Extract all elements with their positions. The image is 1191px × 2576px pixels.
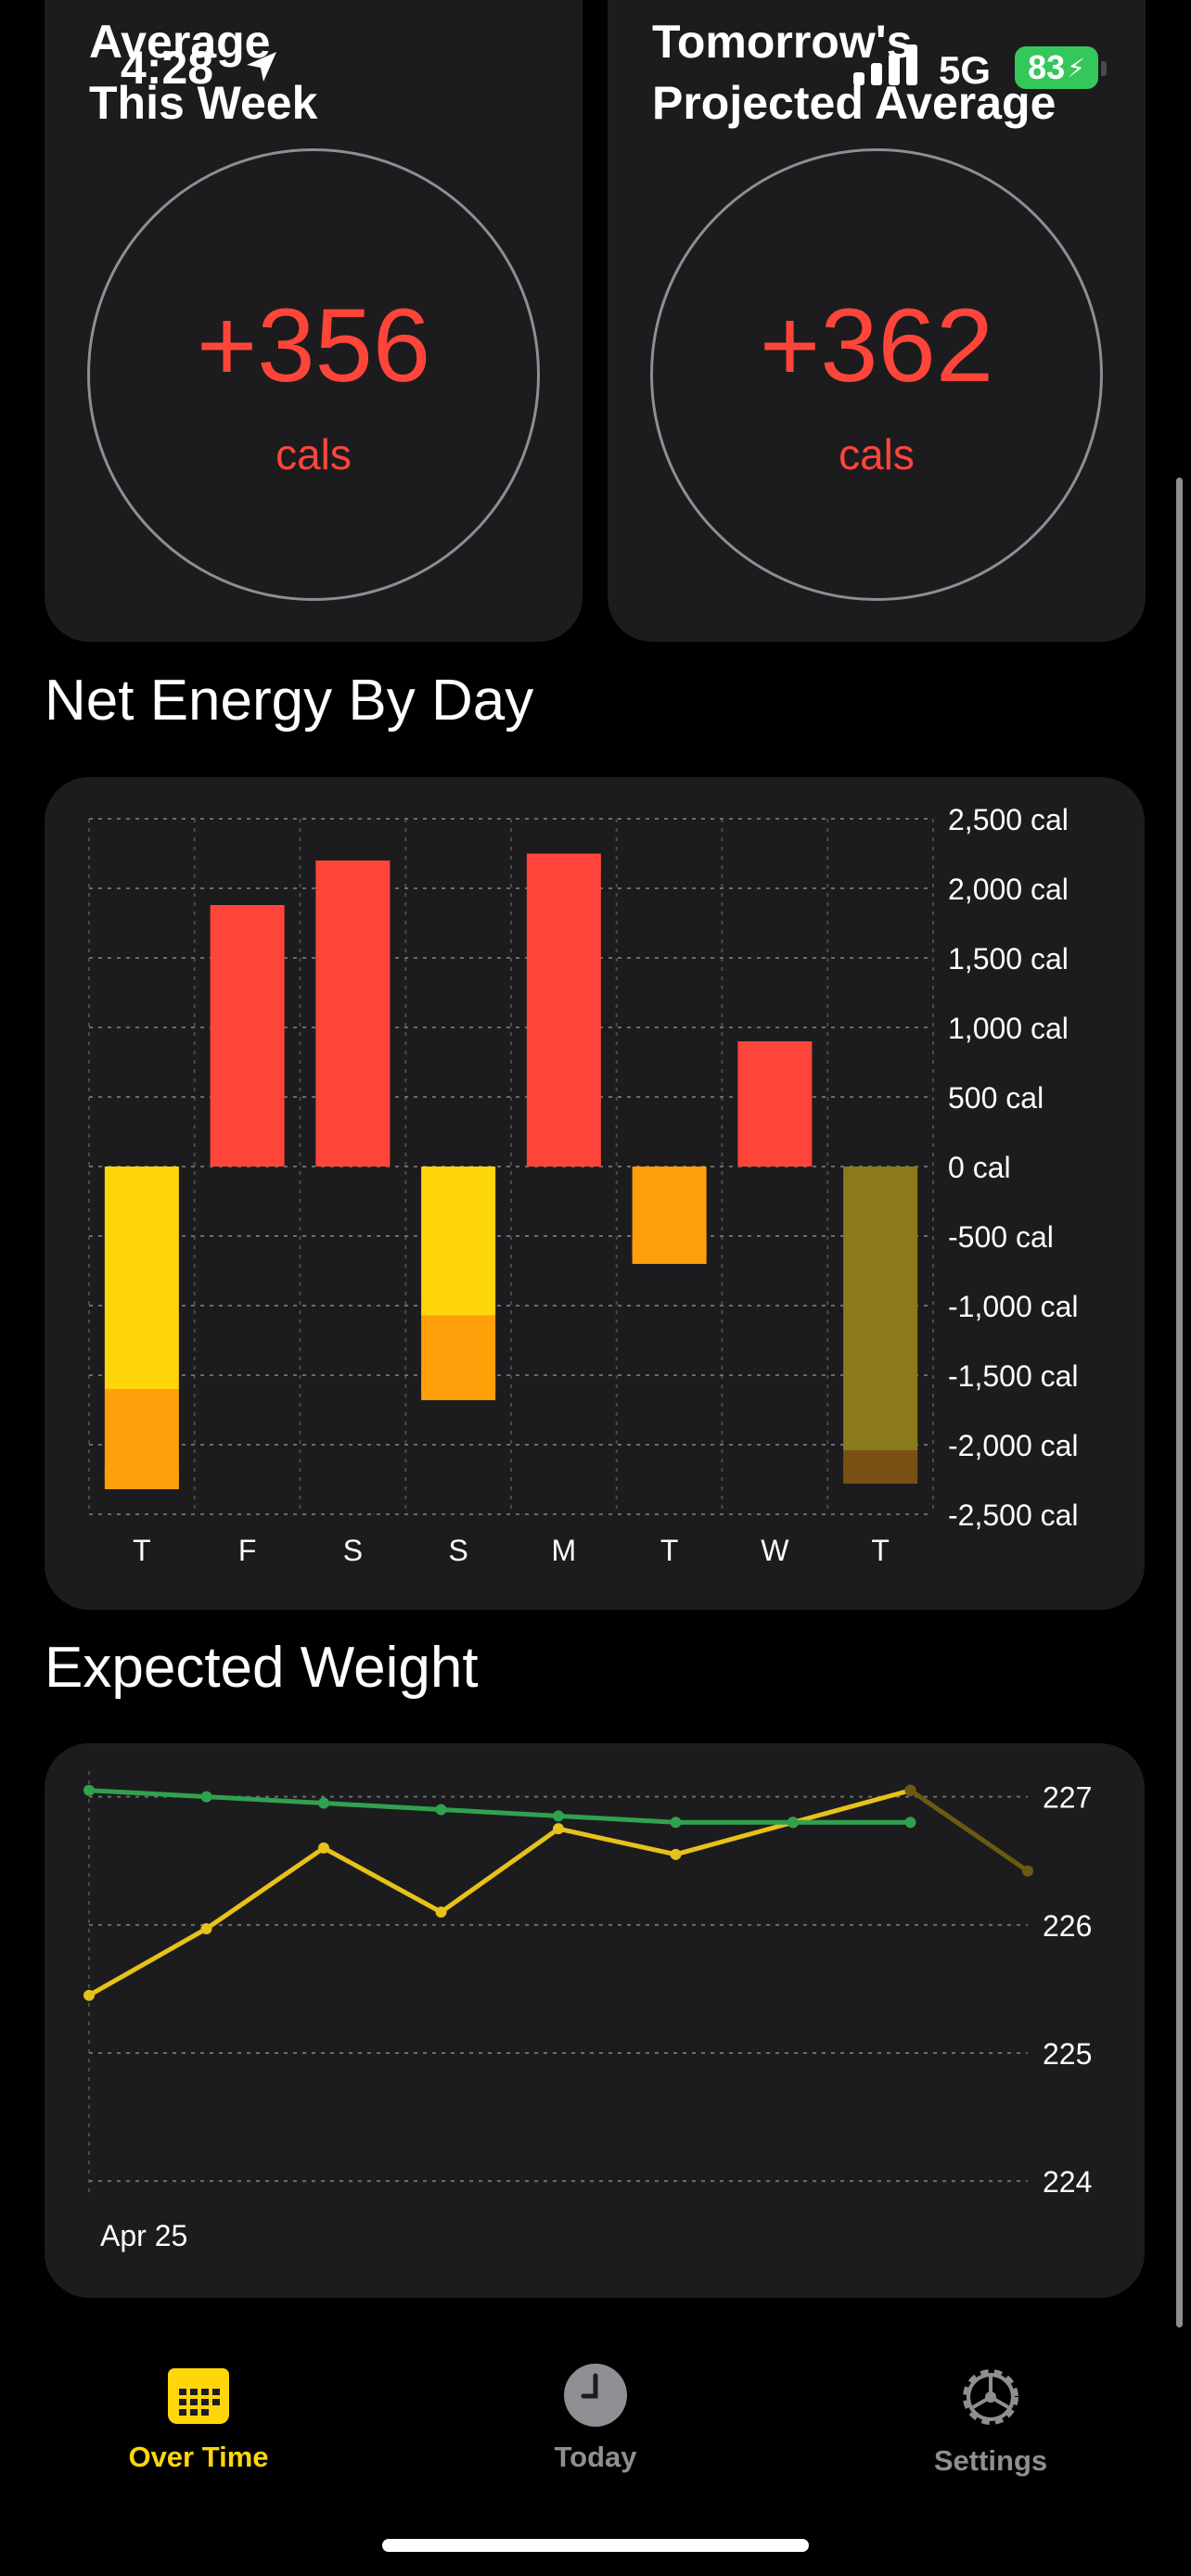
net-energy-card[interactable]: 2,500 cal 2,000 cal 1,500 cal 1,000 cal 500 … [45, 777, 1145, 1610]
bar-segment-fill [315, 861, 391, 1167]
x-tick-label: T [871, 1534, 890, 1567]
data-point [553, 1810, 564, 1822]
network-type: 5G [939, 48, 992, 92]
y-tick-label: 224 [1043, 2165, 1092, 2199]
bar-segment [843, 1450, 918, 1484]
bar-segment [526, 853, 601, 1167]
bar-segment [104, 1167, 179, 1389]
expected-weight-card[interactable]: 227 226 225 224 Apr 25 [45, 1743, 1145, 2298]
calendar-icon [168, 2368, 229, 2424]
charging-icon: ⚡ [1067, 53, 1085, 83]
bar-segment [737, 1041, 813, 1167]
bar-segment [843, 1167, 918, 1450]
y-tick-label: -1,000 cal [948, 1290, 1079, 1323]
bar-segment [104, 1389, 179, 1489]
clock-icon [564, 2364, 627, 2427]
expected-weight-title: Expected Weight [45, 1636, 479, 1700]
y-tick-label: 0 cal [948, 1151, 1011, 1184]
y-tick-label: -2,500 cal [948, 1498, 1079, 1532]
data-point [670, 1848, 682, 1860]
y-tick-label: 500 cal [948, 1081, 1044, 1115]
bar-segment-fill [421, 1167, 496, 1316]
location-arrow-icon [247, 52, 276, 82]
data-point [1022, 1865, 1033, 1877]
tab-label: Over Time [128, 2441, 269, 2473]
tab-settings[interactable]: Settings [852, 2363, 1130, 2478]
bar-cap-fill [843, 1461, 918, 1473]
projection-line [909, 1788, 1030, 1873]
bar-cap-fill [632, 1242, 707, 1253]
x-tick-label: Apr 25 [100, 2219, 187, 2252]
data-point [553, 1823, 564, 1835]
bar-cap [737, 1041, 813, 1064]
battery-indicator: 83 ⚡ [1015, 46, 1098, 89]
bar-segment-fill [104, 1167, 179, 1389]
data-point [318, 1797, 329, 1809]
data-point [200, 1922, 212, 1934]
data-point [670, 1817, 682, 1829]
x-tick-label: W [761, 1534, 789, 1567]
tab-today[interactable]: Today [456, 2363, 735, 2474]
bar-segment-fill [210, 905, 285, 1167]
data-point [200, 1791, 212, 1803]
data-point [435, 1804, 447, 1816]
bar-segment [210, 905, 285, 1167]
bar-segment [421, 1167, 496, 1316]
signal-icon [853, 45, 917, 85]
bar-segment [421, 1315, 496, 1400]
data-point [435, 1906, 447, 1918]
y-tick-label: 2,500 cal [948, 803, 1069, 836]
net-energy-chart: 2,500 cal 2,000 cal 1,500 cal 1,000 cal 500 … [88, 803, 1079, 1567]
average-value: +356 [196, 287, 431, 403]
y-tick-label: 1,500 cal [948, 942, 1069, 976]
data-point [83, 1989, 95, 2001]
y-tick-label: 225 [1043, 2037, 1092, 2071]
status-time: 4:28 [121, 42, 214, 94]
status-bar: 4:28 5G 83 ⚡ [0, 0, 1191, 139]
scrollbar[interactable] [1176, 478, 1183, 2327]
y-tick-label: 1,000 cal [948, 1012, 1069, 1045]
home-indicator [382, 2539, 809, 2552]
data-point [904, 1784, 916, 1796]
projected-value: +362 [759, 287, 994, 403]
bar-segment-fill [526, 853, 601, 1167]
data-point [83, 1784, 95, 1796]
x-tick-label: M [552, 1534, 577, 1567]
bar-cap [526, 853, 601, 876]
x-tick-label: T [660, 1534, 679, 1567]
data-point [318, 1842, 329, 1854]
tab-over-time[interactable]: Over Time [59, 2363, 338, 2474]
data-point [904, 1817, 916, 1829]
x-tick-label: T [133, 1534, 151, 1567]
expected-weight-chart: 227 226 225 224 Apr 25 [83, 1771, 1092, 2252]
progress-ring: +356 cals [87, 148, 540, 601]
bar-cap-fill [104, 1467, 179, 1478]
bar-segment [315, 861, 391, 1167]
average-unit: cals [275, 430, 352, 478]
data-point [788, 1817, 799, 1829]
bar-segment [632, 1167, 707, 1264]
bar-cap-fill [421, 1378, 496, 1389]
x-tick-label: S [448, 1534, 467, 1567]
progress-ring: +362 cals [650, 148, 1103, 601]
bar-segment-fill [843, 1167, 918, 1450]
y-tick-label: -2,000 cal [948, 1429, 1079, 1462]
x-tick-label: F [238, 1534, 257, 1567]
x-tick-label: S [343, 1534, 363, 1567]
y-tick-label: -1,500 cal [948, 1359, 1079, 1393]
gear-icon [963, 2369, 1018, 2425]
y-tick-label: 2,000 cal [948, 873, 1069, 906]
bar-cap [210, 905, 285, 927]
y-tick-label: 226 [1043, 1909, 1092, 1943]
bar-cap [315, 861, 391, 883]
y-tick-label: 227 [1043, 1781, 1092, 1815]
trend-line [88, 1788, 911, 1825]
tab-label: Settings [933, 2444, 1048, 2477]
projected-unit: cals [839, 430, 915, 478]
y-tick-label: -500 cal [948, 1220, 1054, 1254]
battery-cap [1101, 61, 1107, 76]
net-energy-title: Net Energy By Day [45, 669, 534, 733]
tab-label: Today [554, 2441, 637, 2473]
battery-level: 83 [1028, 48, 1066, 86]
